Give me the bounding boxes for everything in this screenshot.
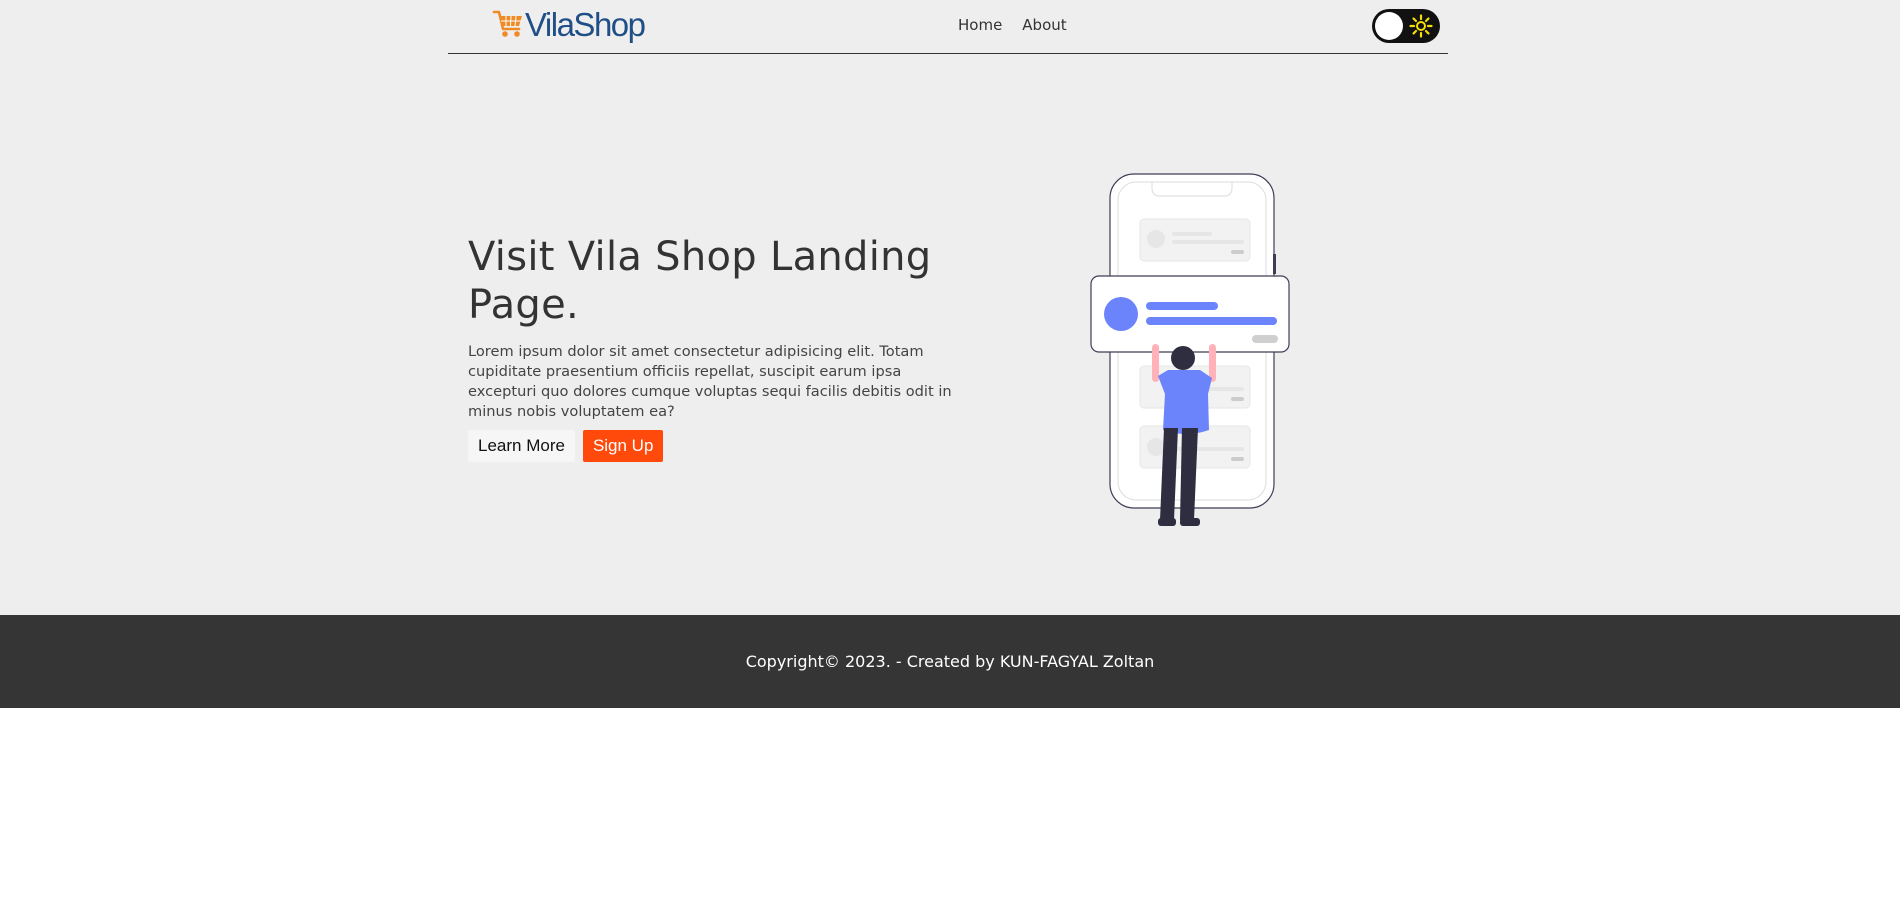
nav-about-link[interactable]: About [1022, 16, 1066, 34]
nav-home-link[interactable]: Home [958, 16, 1002, 34]
hero-description: Lorem ipsum dolor sit amet consectetur a… [468, 343, 952, 420]
sign-up-button[interactable]: Sign Up [582, 430, 664, 462]
shopping-cart-icon [492, 10, 522, 37]
footer: Copyright© 2023. - Created by KUN-FAGYAL… [0, 615, 1900, 708]
theme-toggle[interactable] [1372, 9, 1440, 43]
nav-links: Home About [958, 16, 1067, 34]
sun-icon [1409, 14, 1433, 38]
logo[interactable]: VilaShop [492, 4, 646, 44]
person-with-phone-illustration [1090, 173, 1290, 526]
copyright-text: Copyright© 2023. - Created by KUN-FAGYAL… [745, 652, 1155, 671]
navbar: VilaShop Home About [448, 0, 1448, 54]
hero-title: Visit Vila Shop Landing Page. [468, 234, 932, 328]
toggle-knob [1375, 12, 1403, 40]
hero-buttons: Learn More Sign Up [468, 430, 664, 462]
learn-more-button[interactable]: Learn More [468, 430, 575, 462]
logo-text: VilaShop [525, 5, 646, 43]
